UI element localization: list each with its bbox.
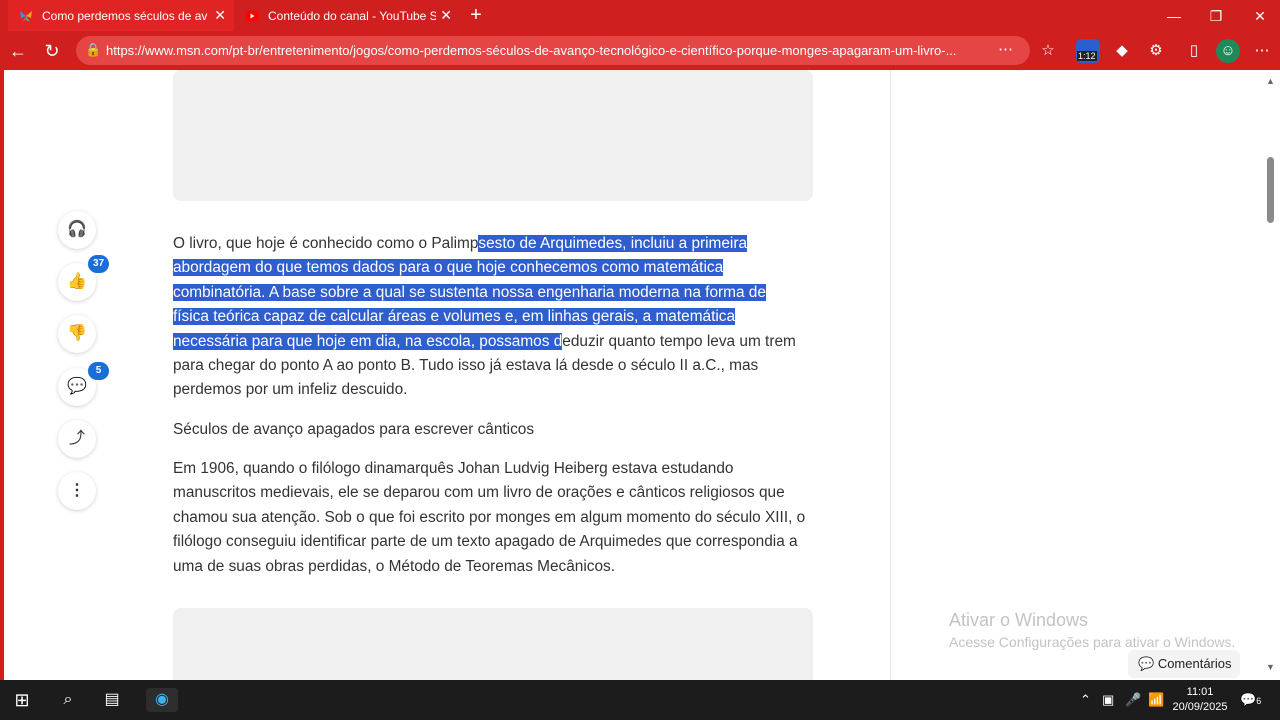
selected-text: sesto de Arquimedes, incluiu a primeira xyxy=(478,235,748,252)
taskbar: ⊞ ⌕ ▤ ◉ ⌃ ▣ 🎤 📶 11:01 20/09/2025 💬6 xyxy=(0,680,1280,720)
selected-text: combinatória. A base sobre a qual se sus… xyxy=(173,283,766,301)
profile-avatar[interactable]: ☺ xyxy=(1216,39,1240,63)
time: 11:01 xyxy=(1186,686,1214,698)
windows-watermark-subtitle: Acesse Configurações para ativar o Windo… xyxy=(949,634,1236,650)
tray-chevron-icon[interactable]: ⌃ xyxy=(1080,692,1091,708)
split-screen-icon[interactable]: ▯ xyxy=(1182,39,1206,63)
comments-icon: 💬 xyxy=(1138,656,1158,671)
listen-button[interactable]: 🎧 xyxy=(58,211,96,249)
youtube-icon xyxy=(245,10,259,21)
meet-icon[interactable]: ▣ xyxy=(1102,692,1114,708)
extension-badge: 1:12 xyxy=(1077,51,1097,61)
browser-toolbar: ← ↻ 🔒 https://www.msn.com/pt-br/entreten… xyxy=(0,31,1280,70)
dislike-button[interactable]: 👎 xyxy=(58,315,96,353)
shield-extension-icon[interactable]: ◆ xyxy=(1110,39,1134,63)
scroll-up-icon[interactable]: ▲ xyxy=(1266,76,1275,86)
new-tab-button[interactable]: + xyxy=(466,0,486,31)
article-paragraph: O livro, que hoje é conhecido como o Pal… xyxy=(173,232,815,403)
extensions-puzzle-icon[interactable]: ⚙ xyxy=(1144,39,1168,63)
sidebar-divider xyxy=(890,70,891,680)
comment-count-badge: 5 xyxy=(88,362,109,380)
refresh-icon[interactable]: ↻ xyxy=(40,39,64,63)
article-paragraph-2: Em 1906, quando o filólogo dinamarquês J… xyxy=(173,460,806,575)
extension-icon[interactable]: 1:12 xyxy=(1076,39,1100,63)
content-frame: 🎧 👍 37 👎 💬 5 ⤴ ⋮ O livro, que hoje é con… xyxy=(0,70,1280,688)
favorite-star-icon[interactable]: ☆ xyxy=(1036,39,1060,63)
comments-button[interactable]: 💬 Comentários xyxy=(1128,650,1240,678)
text: O livro, que hoje é conhecido como o Pal… xyxy=(173,235,479,252)
msn-butterfly-icon xyxy=(20,10,32,22)
notification-count: 6 xyxy=(1256,696,1262,706)
search-icon[interactable]: ⌕ xyxy=(56,688,80,712)
selected-text: física teórica capaz de calcular áreas e… xyxy=(173,308,736,326)
windows-start-icon[interactable]: ⊞ xyxy=(10,688,34,712)
close-tab-icon[interactable]: ✕ xyxy=(440,7,452,23)
page-content: 🎧 👍 37 👎 💬 5 ⤴ ⋮ O livro, que hoje é con… xyxy=(4,70,1264,688)
more-options-icon[interactable]: ⋯ xyxy=(998,40,1013,58)
back-icon[interactable]: ← xyxy=(6,39,30,63)
tab-youtube-studio[interactable]: Conteúdo do canal - YouTube Stu ✕ xyxy=(234,0,460,31)
close-tab-icon[interactable]: ✕ xyxy=(214,7,226,23)
settings-more-icon[interactable]: ⋯ xyxy=(1250,39,1274,63)
section-heading: Séculos de avanço apagados para escrever… xyxy=(173,421,535,438)
more-actions-button[interactable]: ⋮ xyxy=(58,472,96,510)
microphone-icon[interactable]: 🎤 xyxy=(1125,692,1141,708)
ad-placeholder xyxy=(173,70,813,201)
windows-watermark-title: Ativar o Windows xyxy=(949,610,1089,630)
address-bar[interactable]: 🔒 https://www.msn.com/pt-br/entretenimen… xyxy=(76,36,1030,65)
selected-text: necessária para que hoje em dia, na esco… xyxy=(173,332,563,350)
restore-icon[interactable]: ❐ xyxy=(1196,4,1236,28)
scroll-down-icon[interactable]: ▼ xyxy=(1266,662,1275,672)
clock[interactable]: 11:01 20/09/2025 xyxy=(1170,685,1230,715)
url-text: https://www.msn.com/pt-br/entretenimento… xyxy=(106,43,957,58)
lock-icon: 🔒 xyxy=(85,42,102,57)
tab-label: Como perdemos séculos de avanç xyxy=(42,8,207,23)
edge-browser-icon[interactable]: ◉ xyxy=(146,688,178,712)
tab-label: Conteúdo do canal - YouTube Stu xyxy=(268,8,436,23)
share-button[interactable]: ⤴ xyxy=(58,420,96,458)
scrollbar-thumb[interactable] xyxy=(1267,157,1274,223)
notifications-icon[interactable]: 💬6 xyxy=(1240,692,1261,708)
date: 20/09/2025 xyxy=(1172,701,1228,713)
tab-msn-article[interactable]: Como perdemos séculos de avanç ✕ xyxy=(8,0,234,31)
wifi-icon[interactable]: 📶 xyxy=(1148,692,1164,708)
ad-placeholder-2 xyxy=(173,608,813,688)
task-view-icon[interactable]: ▤ xyxy=(100,688,124,712)
like-count-badge: 37 xyxy=(88,255,109,273)
minimize-icon[interactable]: — xyxy=(1154,4,1194,28)
close-window-icon[interactable]: ✕ xyxy=(1240,4,1280,28)
comments-label: Comentários xyxy=(1157,656,1232,671)
title-bar: Como perdemos séculos de avanç ✕ Conteúd… xyxy=(0,0,1280,31)
selected-text: abordagem do que temos dados para o que … xyxy=(173,259,724,277)
